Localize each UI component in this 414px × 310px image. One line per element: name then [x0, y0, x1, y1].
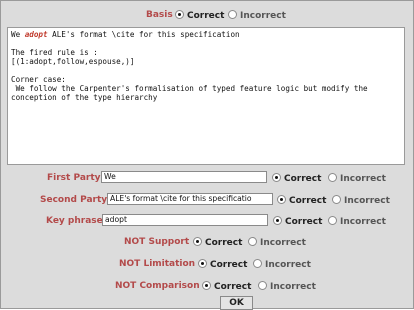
key-phrase-incorrect-radio[interactable]: Incorrect: [328, 216, 386, 227]
not-comparison-correct-radio[interactable]: Correct: [202, 281, 251, 292]
highlighted-key-phrase: adopt: [24, 30, 48, 39]
radio-selected-icon: [193, 237, 202, 246]
second-party-label: Second Party: [40, 195, 108, 205]
radio-selected-icon: [272, 173, 281, 182]
first-party-input[interactable]: We: [101, 171, 267, 183]
basis-correct-radio[interactable]: Correct: [175, 10, 224, 21]
radio-selected-icon: [273, 216, 282, 225]
radio-unselected-icon: [253, 259, 262, 268]
radio-unselected-icon: [228, 10, 237, 19]
radio-selected-icon: [277, 195, 286, 204]
not-limitation-correct-radio[interactable]: Correct: [198, 259, 247, 270]
annotation-dialog: Basis Correct Incorrect We adopt ALE's f…: [0, 0, 414, 310]
second-party-correct-radio[interactable]: Correct: [277, 195, 326, 206]
radio-unselected-icon: [328, 216, 337, 225]
key-phrase-label: Key phrase: [46, 216, 103, 226]
first-party-incorrect-radio[interactable]: Incorrect: [328, 173, 386, 184]
basis-incorrect-radio[interactable]: Incorrect: [228, 10, 286, 21]
not-support-incorrect-radio[interactable]: Incorrect: [248, 237, 306, 248]
radio-unselected-icon: [248, 237, 257, 246]
not-comparison-label: NOT Comparison: [115, 281, 200, 291]
basis-label: Basis: [146, 10, 173, 20]
sentence-text-area[interactable]: We adopt ALE's format \cite for this spe…: [7, 27, 405, 165]
key-phrase-correct-radio[interactable]: Correct: [273, 216, 322, 227]
not-limitation-incorrect-radio[interactable]: Incorrect: [253, 259, 311, 270]
not-comparison-incorrect-radio[interactable]: Incorrect: [258, 281, 316, 292]
second-party-input[interactable]: ALE's format \cite for this specificatio: [107, 193, 273, 205]
not-support-label: NOT Support: [124, 237, 190, 247]
not-limitation-label: NOT Limitation: [119, 259, 196, 269]
radio-selected-icon: [175, 10, 184, 19]
second-party-incorrect-radio[interactable]: Incorrect: [332, 195, 390, 206]
radio-selected-icon: [202, 281, 211, 290]
radio-unselected-icon: [328, 173, 337, 182]
not-support-correct-radio[interactable]: Correct: [193, 237, 242, 248]
ok-button[interactable]: OK: [220, 296, 253, 310]
first-party-label: First Party: [47, 173, 101, 183]
key-phrase-input[interactable]: adopt: [102, 214, 268, 226]
radio-unselected-icon: [258, 281, 267, 290]
radio-unselected-icon: [332, 195, 341, 204]
first-party-correct-radio[interactable]: Correct: [272, 173, 321, 184]
radio-selected-icon: [198, 259, 207, 268]
